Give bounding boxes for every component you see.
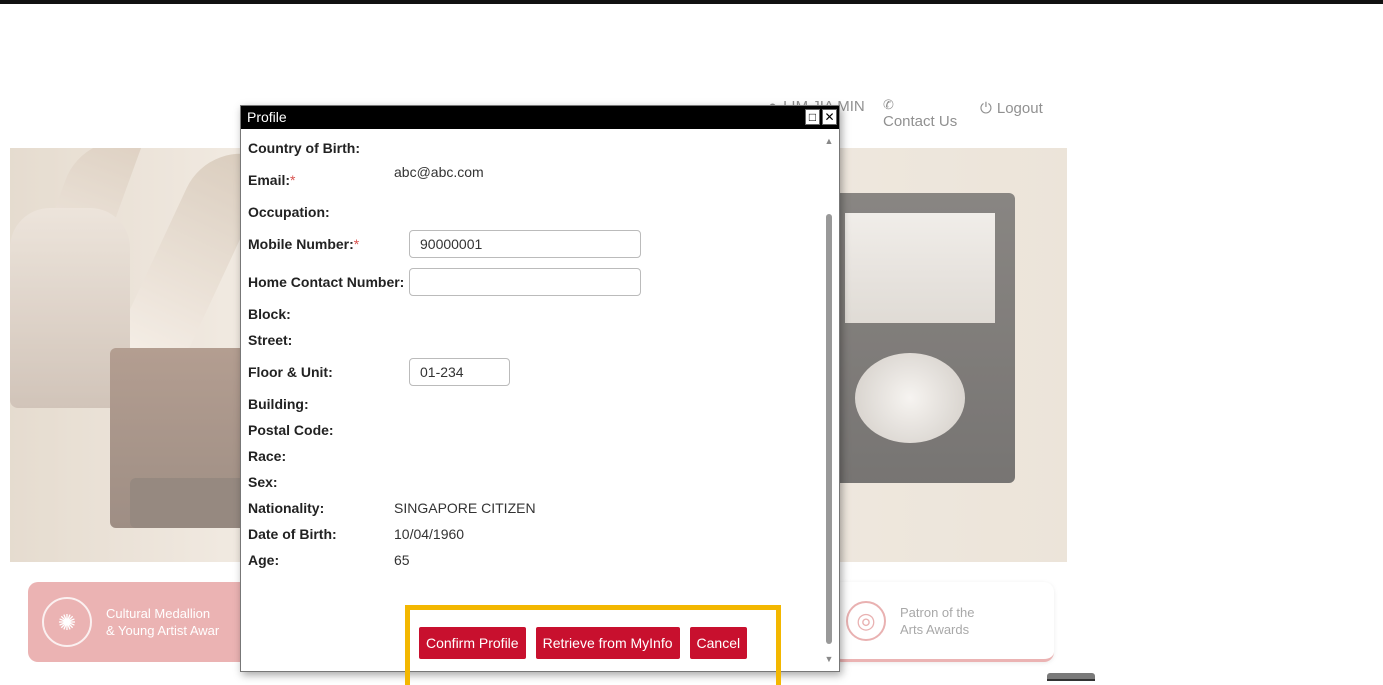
field-label: Block:: [248, 306, 291, 322]
field-mobile: Mobile Number:*: [248, 226, 818, 264]
dob-value: 10/04/1960: [394, 526, 465, 542]
age-value: 65: [394, 552, 410, 568]
field-occupation: Occupation:: [248, 200, 818, 226]
field-label: Nationality:: [248, 500, 325, 516]
field-label: Age:: [248, 552, 280, 568]
field-label: Floor & Unit:: [248, 364, 333, 380]
confirm-profile-button[interactable]: Confirm Profile: [419, 627, 526, 659]
mobile-number-input[interactable]: [409, 230, 641, 258]
field-label: Date of Birth:: [248, 526, 337, 542]
retrieve-myinfo-button[interactable]: Retrieve from MyInfo: [535, 627, 680, 659]
cancel-button[interactable]: Cancel: [689, 627, 748, 659]
nationality-value: SINGAPORE CITIZEN: [394, 500, 536, 516]
profile-dialog: Profile □ ✕ Country of Birth: Email:* ab…: [240, 105, 840, 672]
maximize-icon[interactable]: □: [805, 109, 820, 125]
field-nationality: Nationality: SINGAPORE CITIZEN: [248, 496, 818, 522]
field-label: Email:*: [248, 172, 295, 188]
required-marker: *: [353, 236, 360, 252]
field-label: Sex:: [248, 474, 278, 490]
field-building: Building:: [248, 392, 818, 418]
field-label: Home Contact Number:: [248, 274, 405, 290]
field-race: Race:: [248, 444, 818, 470]
field-home-contact: Home Contact Number:: [248, 264, 818, 302]
scroll-up-icon[interactable]: ▲: [823, 136, 835, 146]
required-marker: *: [290, 172, 296, 188]
field-floor-unit: Floor & Unit:: [248, 354, 818, 392]
scroll-thumb[interactable]: [826, 214, 832, 644]
window-controls: □ ✕: [805, 109, 837, 125]
field-label: Postal Code:: [248, 422, 334, 438]
field-email: Email:* abc@abc.com: [248, 162, 818, 200]
field-label-text: Email:: [248, 172, 291, 188]
field-dob: Date of Birth: 10/04/1960: [248, 522, 818, 548]
field-sex: Sex:: [248, 470, 818, 496]
dialog-title: Profile: [247, 109, 287, 125]
field-street: Street:: [248, 328, 818, 354]
field-country-of-birth: Country of Birth:: [248, 136, 818, 162]
field-block: Block:: [248, 302, 818, 328]
profile-form: Country of Birth: Email:* abc@abc.com Oc…: [248, 136, 818, 574]
field-age: Age: 65: [248, 548, 818, 574]
field-label: Mobile Number:*: [248, 236, 359, 252]
email-value: abc@abc.com: [394, 164, 484, 180]
scroll-down-icon[interactable]: ▼: [823, 654, 835, 664]
dialog-titlebar[interactable]: Profile □ ✕: [241, 106, 839, 129]
field-label: Street:: [248, 332, 293, 348]
field-label: Building:: [248, 396, 309, 412]
floor-unit-input[interactable]: [409, 358, 510, 386]
field-label: Occupation:: [248, 204, 330, 220]
field-label: Race:: [248, 448, 287, 464]
close-icon[interactable]: ✕: [822, 109, 837, 125]
dialog-scrollbar[interactable]: ▲ ▼: [823, 136, 835, 664]
field-label: Country of Birth:: [248, 140, 360, 156]
field-postal-code: Postal Code:: [248, 418, 818, 444]
field-label-text: Mobile Number:: [248, 236, 354, 252]
dialog-actions: Confirm Profile Retrieve from MyInfo Can…: [419, 627, 748, 659]
home-contact-input[interactable]: [409, 268, 641, 296]
